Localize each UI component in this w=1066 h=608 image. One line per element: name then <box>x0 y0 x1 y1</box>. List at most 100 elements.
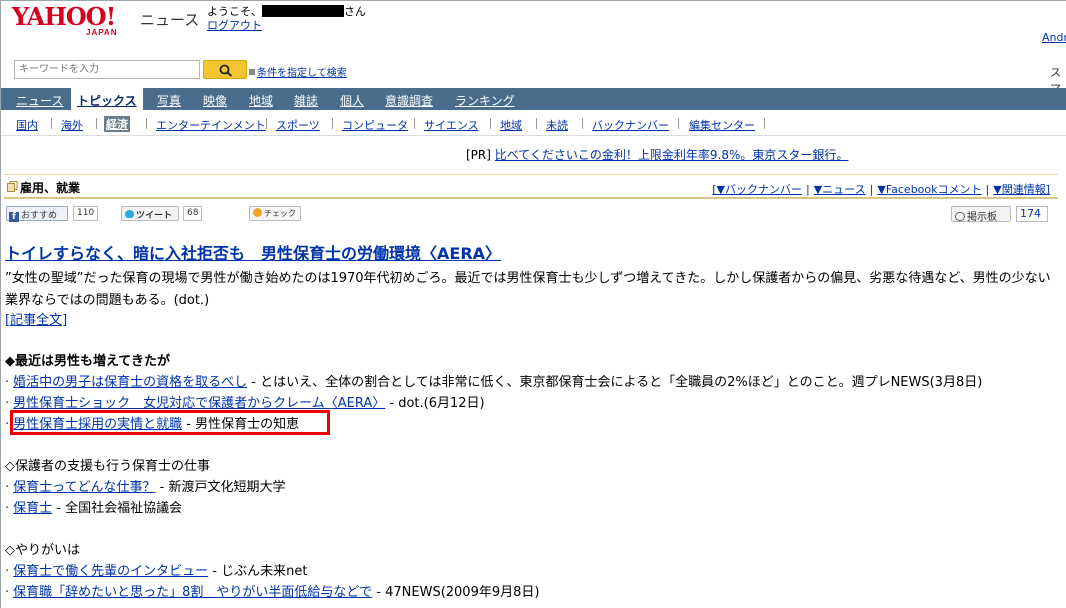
subnav-entertainment[interactable]: エンターテインメント <box>156 117 266 133</box>
facebook-icon: f <box>9 212 19 222</box>
tweet-button[interactable]: ツイート <box>121 206 179 221</box>
related-source: - 47NEWS(2009年9月8日) <box>372 585 540 600</box>
nav-magazines[interactable]: 雑誌 <box>294 92 318 109</box>
nav-survey[interactable]: 意識調査 <box>385 92 433 109</box>
separator <box>266 118 267 129</box>
logo-sub: JAPAN <box>86 28 118 37</box>
bullet: · <box>5 396 10 411</box>
related-source: - とはいえ、全体の割合としては非常に低く、東京都保育士会によると「全職員の2%… <box>247 375 983 390</box>
subnav-backnumber[interactable]: バックナンバー <box>592 117 669 133</box>
search-button[interactable] <box>203 60 247 79</box>
related-item: · 保育士 - 全国社会福祉協議会 <box>5 497 182 516</box>
subnav-computer[interactable]: コンピュータ <box>342 117 408 133</box>
subnav-world[interactable]: 海外 <box>61 117 83 133</box>
nav-photos[interactable]: 写真 <box>157 92 181 109</box>
facebook-recommend-label: おすすめ <box>21 211 58 221</box>
article-summary: ”女性の聖域”だった保育の現場で男性が働き始めたのは1970年代初めごろ。最近で… <box>5 271 1051 308</box>
facebook-recommend-button[interactable]: f おすすめ <box>6 206 68 222</box>
nav-region[interactable]: 地域 <box>249 92 273 109</box>
magnifier-icon <box>219 64 233 77</box>
nav-individual[interactable]: 個人 <box>340 92 364 109</box>
nav-topics[interactable]: トピックス <box>71 88 143 112</box>
related-link[interactable]: 保育士 <box>13 501 52 516</box>
message-board-button[interactable]: 掲示板 <box>951 206 1011 223</box>
backnumber-link[interactable]: [▼バックナンバー <box>712 183 802 196</box>
search-input[interactable] <box>14 60 200 79</box>
news-link[interactable]: ▼ニュース <box>814 183 866 196</box>
related-link[interactable]: 保育士で働く先輩のインタビュー <box>13 564 208 579</box>
full-article-link[interactable]: [記事全文] <box>5 309 67 328</box>
nav-ranking[interactable]: ランキング <box>455 92 515 109</box>
welcome-suffix: さん <box>344 5 366 18</box>
red-highlight-box <box>10 410 330 435</box>
section-divider <box>4 197 1058 199</box>
related-group-title: ◇保護者の支援も行う保育士の仕事 <box>5 459 210 474</box>
related-item: · 保育士で働く先輩のインタビュー - じぶん未来net <box>5 560 307 579</box>
facebook-count: 110 <box>73 206 99 221</box>
separator <box>678 118 679 129</box>
nav-video[interactable]: 映像 <box>203 92 227 109</box>
related-item: · 保育士ってどんな仕事？ - 新渡戸文化短期大学 <box>5 476 285 495</box>
separator: | <box>806 183 810 196</box>
separator <box>490 118 491 129</box>
advanced-search-link[interactable]: 条件を指定して検索 <box>257 68 347 79</box>
subnav-economy[interactable]: 経済 <box>104 116 130 132</box>
related-item: · 保育職「辞めたいと思った」8割 やりがい半面低給与などで - 47NEWS(2… <box>5 581 539 600</box>
related-source: - dot.(6月12日) <box>385 396 485 411</box>
pr-ad-link[interactable]: 比べてくださいこの金利！上限金利年率9.8%。東京スター銀行。 <box>495 148 849 162</box>
bullet: · <box>5 501 10 516</box>
related-link[interactable]: 婚活中の男子は保育士の資格を取るべし <box>13 375 247 390</box>
section-title: 雇用、就業 <box>20 181 81 195</box>
related-item: · 婚活中の男子は保育士の資格を取るべし - とはいえ、全体の割合としては非常に低… <box>5 371 982 390</box>
nav-news[interactable]: ニュース <box>16 92 63 109</box>
separator <box>146 118 147 129</box>
advanced-search[interactable]: 条件を指定して検索 <box>249 64 347 79</box>
android-link[interactable]: Andr <box>1042 31 1066 44</box>
separator <box>332 118 333 129</box>
bullet: · <box>5 585 10 600</box>
article-headline[interactable]: トイレすらなく、暗に入社拒否も 男性保育士の労働環境〈AERA〉 <box>5 240 501 264</box>
speech-bubble-icon <box>955 212 965 221</box>
tweet-label: ツイート <box>136 211 173 221</box>
mixi-check-button[interactable]: チェック <box>249 206 301 221</box>
subnav-region[interactable]: 地域 <box>500 117 522 133</box>
related-group-title: ◆最近は男性も増えてきたが <box>5 354 170 369</box>
subnav-science[interactable]: サイエンス <box>424 117 479 133</box>
separator <box>51 118 52 129</box>
subnav-sports[interactable]: スポーツ <box>276 117 320 133</box>
board-label: 掲示板 <box>967 212 997 223</box>
mixi-icon <box>253 208 262 217</box>
yahoo-japan-logo[interactable]: YAHOO! JAPAN <box>12 4 136 38</box>
separator <box>764 118 765 129</box>
related-link[interactable]: 保育職「辞めたいと思った」8割 やりがい半面低給与などで <box>13 585 372 600</box>
separator <box>582 118 583 129</box>
separator: | <box>869 183 874 196</box>
related-item: · 男性保育士ショック 女児対応で保護者からクレーム〈AERA〉 - dot.(6… <box>5 392 485 411</box>
related-source: - じぶん未来net <box>208 564 308 579</box>
pr-ad: [PR] 比べてくださいこの金利！上限金利年率9.8%。東京スター銀行。 <box>466 146 848 163</box>
bullet: · <box>5 480 10 495</box>
service-name: ニュース <box>140 11 200 29</box>
related-link[interactable]: 男性保育士ショック 女児対応で保護者からクレーム〈AERA〉 <box>13 396 385 411</box>
bullet: · <box>5 375 10 390</box>
subnav-unread[interactable]: 未読 <box>546 117 568 133</box>
related-source: - 全国社会福祉協議会 <box>52 501 183 516</box>
category-nav: 国内 海外 経済 エンターテインメント スポーツ コンピュータ サイエンス 地域… <box>1 112 1066 136</box>
logout-link[interactable]: ログアウト <box>207 17 262 33</box>
tweet-count: 68 <box>183 206 203 221</box>
section-divider <box>4 174 1058 175</box>
separator: | <box>985 183 990 196</box>
subnav-editorial[interactable]: 編集センター <box>689 117 755 133</box>
square-bullet-icon <box>249 69 255 75</box>
main-nav: ニュース トピックス 写真 映像 地域 雑誌 個人 意識調査 ランキング <box>1 88 1066 112</box>
related-link[interactable]: 保育士ってどんな仕事？ <box>13 480 155 495</box>
related-info-link[interactable]: ▼関連情報] <box>993 183 1050 196</box>
bullet: · <box>5 417 10 432</box>
pr-tag: [PR] <box>466 148 491 162</box>
subnav-domestic[interactable]: 国内 <box>16 117 38 133</box>
search-bar: 条件を指定して検索 スマ <box>10 58 1066 95</box>
facebook-comments-link[interactable]: ▼Facebookコメント <box>877 183 981 196</box>
board-count[interactable]: 174 <box>1016 206 1048 222</box>
documents-icon <box>7 181 18 192</box>
section-links: [▼バックナンバー | ▼ニュース | ▼Facebookコメント | ▼関連情報] <box>712 181 1050 197</box>
